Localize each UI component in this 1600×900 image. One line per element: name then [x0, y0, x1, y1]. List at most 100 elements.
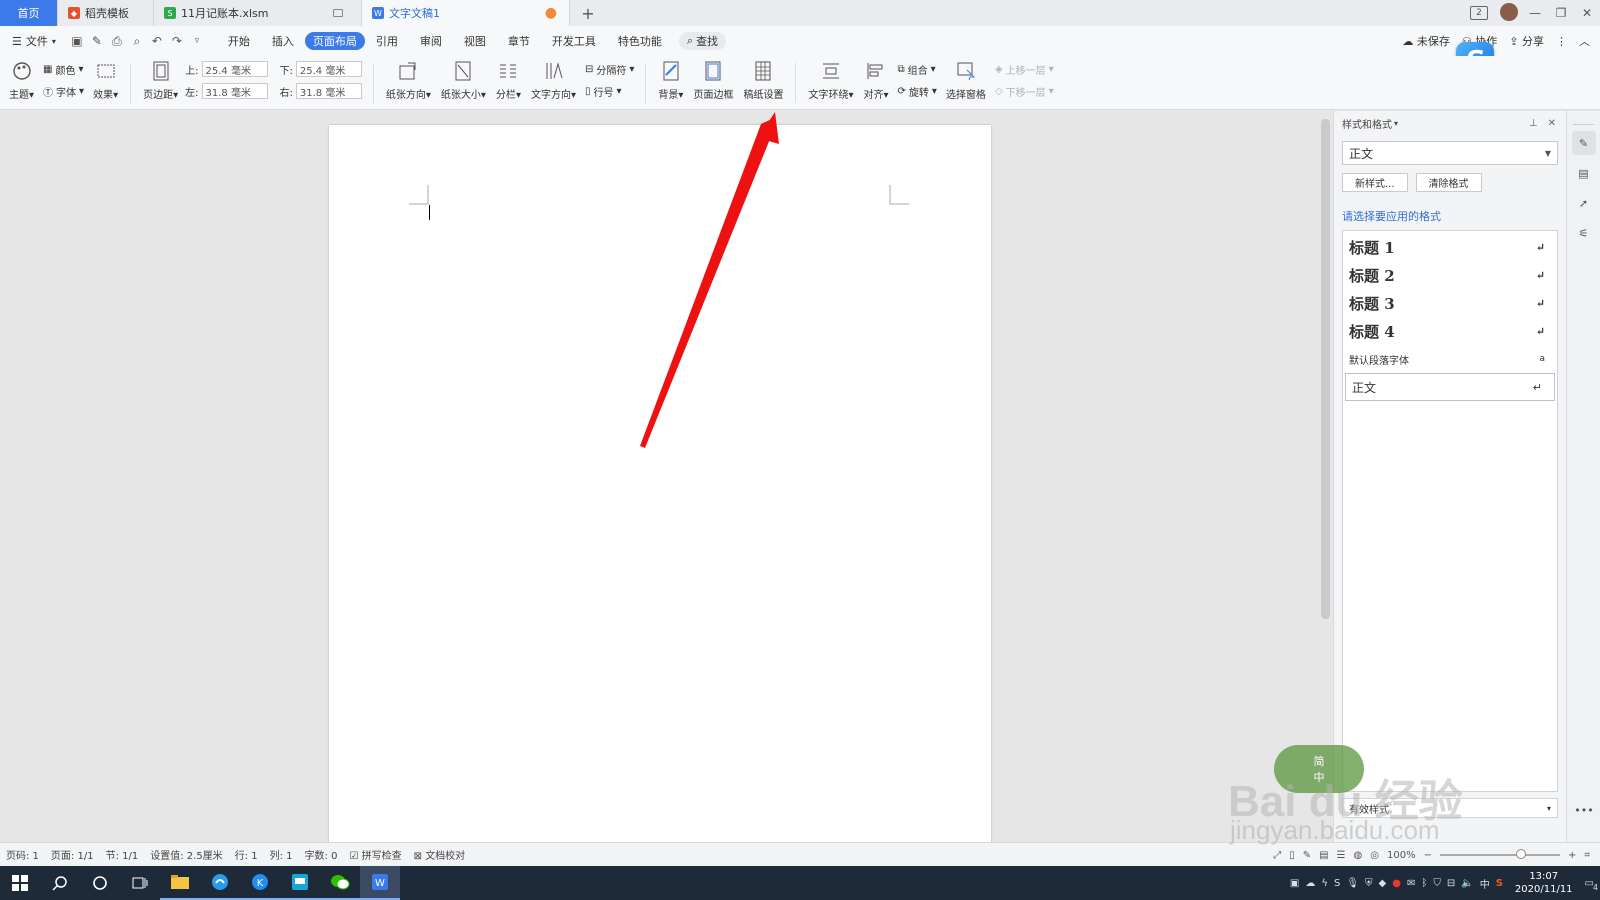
format-painter-icon[interactable]: ✎	[87, 31, 107, 51]
pin-icon[interactable]: ⊥	[1529, 118, 1538, 129]
tab-docer-templates[interactable]: ◆ 稻壳模板	[58, 0, 154, 26]
print-icon[interactable]: ⎙	[107, 31, 127, 51]
status-setting[interactable]: 设置值: 2.5厘米	[144, 847, 228, 862]
vertical-scrollbar[interactable]	[1318, 111, 1333, 842]
taskbar-clock[interactable]: 13:07 2020/11/11	[1515, 870, 1573, 896]
search-icon[interactable]	[40, 866, 80, 900]
cortana-icon[interactable]	[80, 866, 120, 900]
new-style-button[interactable]: 新样式...	[1342, 173, 1408, 192]
write-mode-icon[interactable]: ✎	[1303, 850, 1311, 861]
file-menu[interactable]: ☰ 文件 ▾	[0, 32, 67, 50]
background-button[interactable]: 背景▾	[653, 60, 688, 106]
tray-security-icon[interactable]: ⛨	[1365, 878, 1373, 889]
style-item-heading-1[interactable]: 标题 1 ↵	[1343, 233, 1557, 261]
tray-volume-icon[interactable]: 🔈	[1461, 878, 1473, 889]
print-preview-icon[interactable]: ⌕	[127, 31, 147, 51]
tray-mic-icon[interactable]: 🎙	[1346, 878, 1359, 889]
wechat-icon[interactable]	[320, 866, 360, 900]
store-app-icon[interactable]	[280, 866, 320, 900]
unsaved-status[interactable]: ☁ 未保存	[1402, 33, 1450, 49]
wps-writer-icon[interactable]: W	[360, 866, 400, 900]
menu-references[interactable]: 引用	[365, 32, 409, 50]
tray-app-icon[interactable]: ▣	[1290, 878, 1299, 889]
navigation-icon[interactable]: ▤	[1572, 161, 1596, 185]
style-item-heading-4[interactable]: 标题 4 ↵	[1343, 317, 1557, 345]
style-item-heading-2[interactable]: 标题 2 ↵	[1343, 261, 1557, 289]
search-box[interactable]: ⌕ 查找	[678, 32, 727, 50]
avatar[interactable]	[1496, 2, 1522, 24]
tray-wps-icon[interactable]: S	[1334, 878, 1340, 889]
eye-protect-icon[interactable]: ◎	[1370, 850, 1379, 861]
file-explorer-icon[interactable]	[160, 866, 200, 900]
selection-pane-button[interactable]: 选择窗格	[941, 60, 991, 106]
menu-chapter[interactable]: 章节	[497, 32, 541, 50]
menu-special[interactable]: 特色功能	[607, 32, 673, 50]
tray-record-icon[interactable]: ●	[1392, 878, 1401, 889]
send-backward-button[interactable]: ◇ 下移一层 ▾	[995, 82, 1054, 100]
status-section[interactable]: 节: 1/1	[100, 847, 145, 862]
status-word-count[interactable]: 字数: 0	[299, 847, 344, 862]
tray-network-icon[interactable]: ⊟	[1447, 878, 1455, 889]
close-icon[interactable]: ✕	[1548, 118, 1556, 129]
more-icon[interactable]: ⋮	[1556, 35, 1567, 48]
workspace-icon[interactable]: 2	[1470, 6, 1488, 20]
style-item-heading-3[interactable]: 标题 3 ↵	[1343, 289, 1557, 317]
style-item-normal[interactable]: 正文 ↵	[1345, 373, 1555, 401]
redo-icon[interactable]: ↷	[167, 31, 187, 51]
status-page-number[interactable]: 页码: 1	[0, 847, 45, 862]
fullscreen-icon[interactable]: ⤢	[1273, 850, 1281, 861]
tray-bluetooth-icon[interactable]: ᛒ	[1421, 878, 1427, 889]
menu-review[interactable]: 审阅	[409, 32, 453, 50]
menu-page-layout[interactable]: 页面布局	[304, 32, 365, 50]
orientation-button[interactable]: 纸张方向▾	[381, 60, 436, 106]
text-wrap-button[interactable]: 文字环绕▾	[803, 60, 858, 106]
zoom-level[interactable]: 100%	[1387, 850, 1416, 861]
effect-button[interactable]: 效果▾	[88, 60, 123, 106]
menu-insert[interactable]: 插入	[261, 32, 305, 50]
spell-check-button[interactable]: ☑ 拼写检查	[343, 847, 407, 862]
select-pointer-icon[interactable]: ➚	[1572, 191, 1596, 215]
collapse-ribbon-icon[interactable]: ︿	[1579, 33, 1590, 49]
page-view-icon[interactable]: ▤	[1319, 850, 1328, 861]
bring-forward-button[interactable]: ◈ 上移一层 ▾	[995, 60, 1054, 78]
paper-size-button[interactable]: 纸张大小▾	[436, 60, 491, 106]
tab-home[interactable]: 首页	[0, 0, 58, 26]
scrollbar-thumb[interactable]	[1321, 119, 1330, 619]
status-line[interactable]: 行: 1	[229, 847, 264, 862]
close-icon[interactable]: ✕	[1574, 6, 1600, 20]
tray-ime-indicator[interactable]: 中	[1480, 876, 1490, 891]
zoom-slider[interactable]	[1439, 849, 1560, 859]
zoom-in-icon[interactable]: +	[1568, 850, 1576, 861]
style-item-default-font[interactable]: 默认段落字体 a	[1343, 345, 1557, 373]
status-column[interactable]: 列: 1	[264, 847, 299, 862]
text-direction-button[interactable]: 文字方向▾	[526, 60, 581, 106]
menu-home[interactable]: 开始	[217, 32, 261, 50]
share-button[interactable]: ⇪ 分享	[1509, 33, 1544, 49]
web-view-icon[interactable]: ◍	[1354, 850, 1363, 861]
font-button[interactable]: Ⓣ 字体 ▾	[43, 82, 84, 100]
group-button[interactable]: ⧉ 组合 ▾	[898, 60, 937, 78]
save-icon[interactable]: ▣	[67, 31, 87, 51]
reading-mode-icon[interactable]: ▯	[1289, 850, 1295, 861]
kugou-music-icon[interactable]: K	[240, 866, 280, 900]
color-button[interactable]: ▦ 颜色 ▾	[43, 60, 84, 78]
tray-sogou-icon[interactable]: S	[1496, 878, 1503, 889]
menu-developer[interactable]: 开发工具	[541, 32, 607, 50]
window-preview-icon[interactable]	[333, 9, 343, 17]
tray-flash-icon[interactable]: ϟ	[1321, 878, 1328, 889]
more-dots-icon[interactable]: •••	[1572, 798, 1596, 822]
tray-wechat-icon[interactable]: ✉	[1407, 878, 1415, 889]
document-page[interactable]	[329, 125, 991, 842]
manuscript-settings-button[interactable]: 稿纸设置	[738, 60, 788, 106]
status-pages[interactable]: 页面: 1/1	[45, 847, 100, 862]
rotate-button[interactable]: ⟳ 旋转 ▾	[898, 82, 937, 100]
tray-cloud-icon[interactable]: ☁	[1305, 878, 1315, 889]
action-center-icon[interactable]: ▭ 4	[1585, 878, 1598, 892]
line-numbers-button[interactable]: ▯ 行号 ▾	[585, 82, 634, 100]
tab-spreadsheet[interactable]: S 11月记账本.xlsm	[154, 0, 362, 26]
task-view-icon[interactable]	[120, 866, 160, 900]
styles-pane-toggle-icon[interactable]: ✎	[1571, 131, 1596, 155]
outline-view-icon[interactable]: ☰	[1337, 850, 1346, 861]
margin-button[interactable]: 页边距▾	[138, 60, 183, 106]
margin-bottom-input[interactable]: 25.4 毫米	[295, 61, 362, 77]
